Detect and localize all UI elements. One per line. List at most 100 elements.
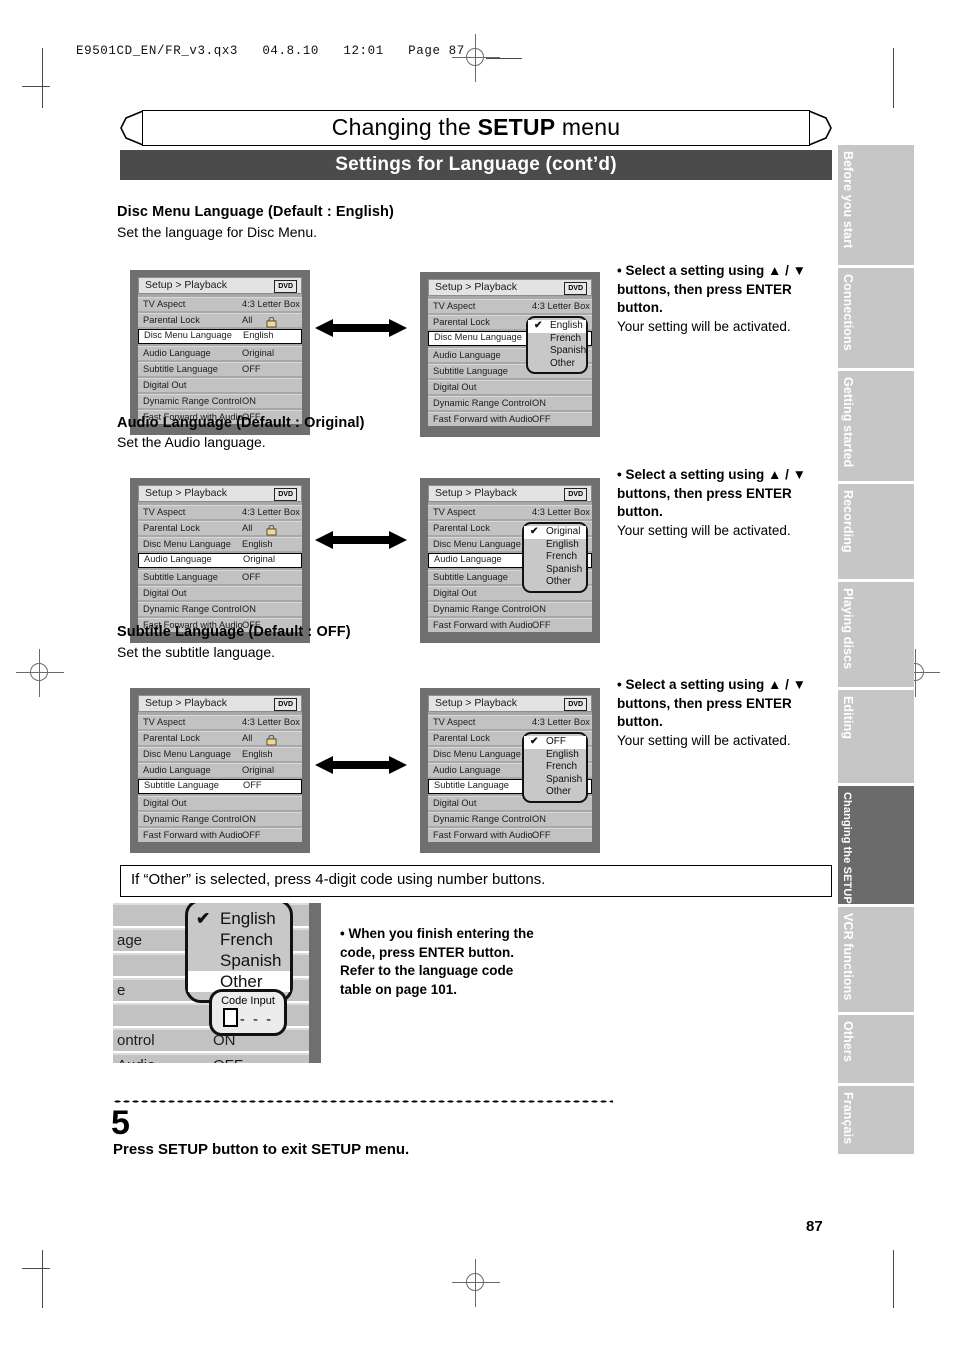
menu-row-digital-out[interactable]: Digital Out <box>428 380 592 394</box>
dropdown-option-spanish[interactable]: Spanish <box>528 345 586 358</box>
tab-playing-discs[interactable]: Playing discs <box>838 582 914 687</box>
dropdown-option-english[interactable]: English <box>524 539 586 552</box>
dropdown-option-spanish[interactable]: Spanish <box>524 774 586 787</box>
disc-type-badge: DVD <box>274 698 297 711</box>
section-heading-subtitle-language: Subtitle Language (Default : OFF) <box>117 624 351 640</box>
zoom-row-label: age <box>117 932 143 949</box>
menu-row-label: Dynamic Range Control <box>433 398 532 408</box>
zoom-option-spanish[interactable]: Spanish <box>188 950 290 971</box>
transition-arrow-1-icon <box>315 318 407 343</box>
zoom-option-english[interactable]: ✔ English <box>188 908 290 929</box>
menu-row-digital-out[interactable]: Digital Out <box>138 586 302 600</box>
page-title: Changing the SETUP menu <box>120 114 832 141</box>
menu-row-label: Parental Lock <box>143 523 200 533</box>
menu-row-tv-aspect[interactable]: TV Aspect 4:3 Letter Box <box>428 715 592 729</box>
tab-others[interactable]: Others <box>838 1015 914 1083</box>
menu-row-dynamic-range-control[interactable]: Dynamic Range Control ON <box>428 602 592 616</box>
menu-row-subtitle-language[interactable]: Subtitle Language OFF <box>138 362 302 376</box>
menu-row-dynamic-range-control[interactable]: Dynamic Range Control ON <box>428 396 592 410</box>
menu-row-fast-forward-with-audio[interactable]: Fast Forward with Audio OFF <box>428 618 592 632</box>
menu-row-dynamic-range-control[interactable]: Dynamic Range Control ON <box>428 812 592 826</box>
tab-recording[interactable]: Recording <box>838 484 914 579</box>
menu-row-digital-out[interactable]: Digital Out <box>138 796 302 810</box>
code-input-cursor <box>222 1008 238 1027</box>
menu-row-subtitle-language[interactable]: Subtitle Language OFF <box>138 779 302 794</box>
zoom-language-dropdown[interactable]: ✔ English French Spanish Other <box>185 903 293 1003</box>
dropdown-option-label: Other <box>546 576 572 587</box>
menu-row-label: TV Aspect <box>143 299 186 309</box>
parental-lock-icon <box>266 315 277 328</box>
tab-before-you-start[interactable]: Before you start <box>838 145 914 265</box>
menu-row-dynamic-range-control[interactable]: Dynamic Range Control ON <box>138 602 302 616</box>
dropdown-option-off[interactable]: ✔ OFF <box>524 736 586 749</box>
menu-row-disc-menu-language[interactable]: Disc Menu Language English <box>138 747 302 761</box>
tab-francais[interactable]: Français <box>838 1086 914 1154</box>
dropdown-option-other[interactable]: Other <box>524 576 586 589</box>
menu-row-audio-language[interactable]: Audio Language Original <box>138 346 302 360</box>
menu-row-parental-lock[interactable]: Parental Lock All <box>138 731 302 746</box>
dropdown-option-original[interactable]: ✔ Original <box>524 526 586 539</box>
audio-language-dropdown[interactable]: ✔ Original English French Spanish Other <box>522 522 588 593</box>
menu-row-fast-forward-with-audio[interactable]: Fast Forward with Audio OFF <box>138 828 302 842</box>
menu-header: Setup > Playback DVD <box>138 277 302 294</box>
dropdown-option-english[interactable]: ✔ English <box>528 320 586 333</box>
code-input-value[interactable]: - - - <box>212 1008 284 1028</box>
menu-row-parental-lock[interactable]: Parental Lock All <box>138 313 302 328</box>
menu-row-value: ON <box>242 396 256 406</box>
print-header-rule <box>486 58 522 59</box>
menu-row-label: TV Aspect <box>143 507 186 517</box>
menu-row-value: Original <box>242 765 275 775</box>
tab-getting-started[interactable]: Getting started <box>838 371 914 481</box>
dropdown-option-french[interactable]: French <box>524 761 586 774</box>
menu-row-subtitle-language[interactable]: Subtitle Language OFF <box>138 570 302 584</box>
step-number: 5 <box>111 1104 130 1142</box>
menu-row-tv-aspect[interactable]: TV Aspect 4:3 Letter Box <box>428 299 592 313</box>
menu-row-disc-menu-language[interactable]: Disc Menu Language English <box>138 329 302 344</box>
menu-row-disc-menu-language[interactable]: Disc Menu Language English <box>138 537 302 551</box>
menu-row-value: 4:3 Letter Box <box>242 717 300 727</box>
menu-row-dynamic-range-control[interactable]: Dynamic Range Control ON <box>138 394 302 408</box>
menu-screen-audio-before: Setup > Playback DVD TV Aspect 4:3 Letter… <box>130 478 310 643</box>
dropdown-option-french[interactable]: French <box>524 551 586 564</box>
menu-row-audio-language[interactable]: Audio Language Original <box>138 553 302 568</box>
tab-label: Editing <box>841 696 855 740</box>
menu-row-tv-aspect[interactable]: TV Aspect 4:3 Letter Box <box>428 505 592 519</box>
tab-connections[interactable]: Connections <box>838 268 914 368</box>
menu-row-value: 4:3 Letter Box <box>532 507 590 517</box>
menu-row-tv-aspect[interactable]: TV Aspect 4:3 Letter Box <box>138 297 302 311</box>
subtitle-language-dropdown[interactable]: ✔ OFF English French Spanish Other <box>522 732 588 803</box>
dropdown-option-label: Other <box>550 357 576 369</box>
parental-lock-icon <box>266 523 277 536</box>
menu-row-tv-aspect[interactable]: TV Aspect 4:3 Letter Box <box>138 505 302 519</box>
menu-row-label: Digital Out <box>433 382 477 392</box>
dropdown-option-spanish[interactable]: Spanish <box>524 564 586 577</box>
dropdown-option-french[interactable]: French <box>528 333 586 346</box>
section-subtitle: Settings for Language (cont’d) <box>335 154 617 175</box>
tab-label: VCR functions <box>841 913 855 1001</box>
dropdown-option-english[interactable]: English <box>524 749 586 762</box>
menu-row-parental-lock[interactable]: Parental Lock All <box>138 521 302 536</box>
tab-vcr-functions[interactable]: VCR functions <box>838 907 914 1012</box>
transition-arrow-2-icon <box>315 530 407 555</box>
menu-row-label: Audio Language <box>143 765 211 775</box>
menu-row-label: Dynamic Range Control <box>433 814 532 824</box>
tab-changing-the-setup-menu[interactable]: Changing the SETUP menu <box>838 786 914 937</box>
menu-row-label: Dynamic Range Control <box>143 604 242 614</box>
page-number: 87 <box>806 1218 823 1235</box>
menu-row-fast-forward-with-audio[interactable]: Fast Forward with Audio OFF <box>428 828 592 842</box>
menu-row-tv-aspect[interactable]: TV Aspect 4:3 Letter Box <box>138 715 302 729</box>
disc-menu-language-dropdown[interactable]: ✔ English French Spanish Other <box>526 316 588 374</box>
page-title-post: menu <box>555 114 621 140</box>
dropdown-option-other[interactable]: Other <box>528 358 586 371</box>
menu-row-label: Subtitle Language <box>433 366 508 376</box>
code-input-popup[interactable]: Code Input - - - <box>209 989 287 1036</box>
menu-row-digital-out[interactable]: Digital Out <box>138 378 302 392</box>
tab-label: Français <box>841 1092 855 1145</box>
menu-row-dynamic-range-control[interactable]: Dynamic Range Control ON <box>138 812 302 826</box>
dropdown-option-other[interactable]: Other <box>524 786 586 799</box>
zoom-option-french[interactable]: French <box>188 929 290 950</box>
menu-row-fast-forward-with-audio[interactable]: Fast Forward with Audio OFF <box>428 412 592 426</box>
menu-row-label: Dynamic Range Control <box>143 814 242 824</box>
menu-row-audio-language[interactable]: Audio Language Original <box>138 763 302 777</box>
tab-editing[interactable]: Editing <box>838 690 914 783</box>
